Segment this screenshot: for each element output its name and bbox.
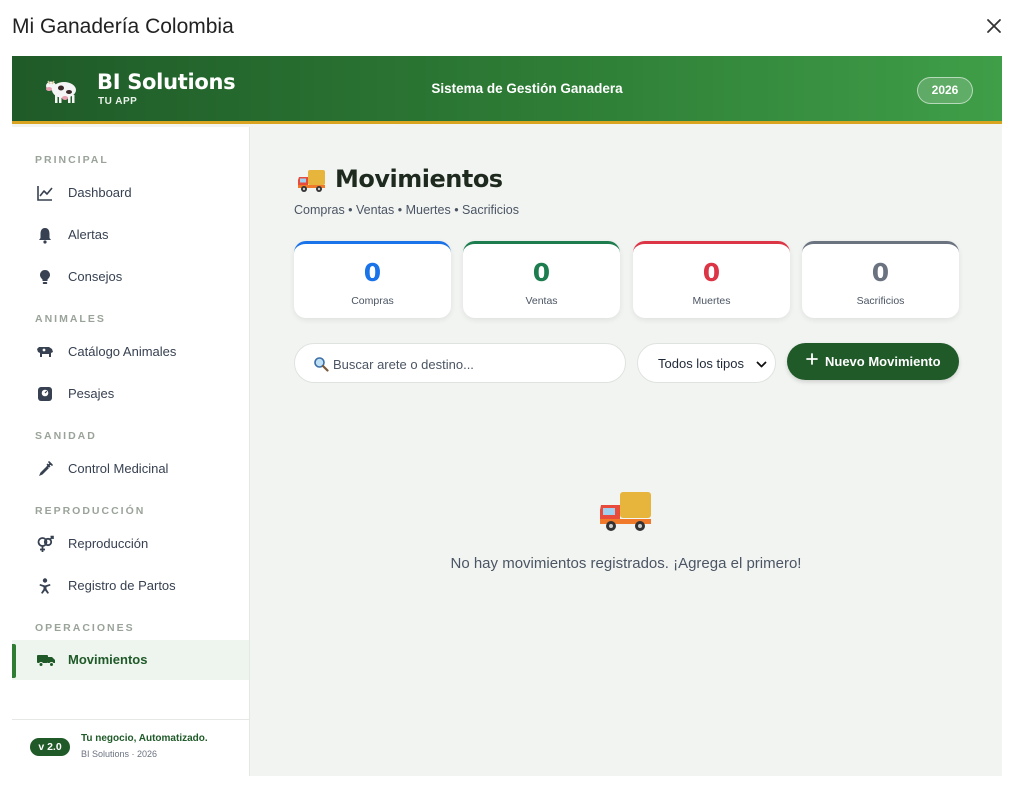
type-filter-select[interactable]: Todos los tipos <box>637 343 776 383</box>
section-label-reproduccion: REPRODUCCIÓN <box>35 505 146 517</box>
footer-tagline: Tu negocio, Automatizado. <box>81 733 208 744</box>
sidebar-item-label: Catálogo Animales <box>68 344 177 359</box>
sidebar-item-label: Pesajes <box>68 386 115 401</box>
sidebar-item-consejos[interactable]: Consejos <box>12 257 249 297</box>
stat-label: Muertes <box>692 295 731 307</box>
app-container: BI Solutions TU APP Sistema de Gestión G… <box>12 56 1002 776</box>
line-chart-icon <box>37 186 53 201</box>
delivery-truck-icon <box>298 170 325 192</box>
new-movement-label: Nuevo Movimiento <box>825 354 941 369</box>
section-label-operaciones: OPERACIONES <box>35 622 135 634</box>
stat-card-muertes: 0 Muertes <box>633 241 790 318</box>
plus-icon <box>806 353 818 365</box>
section-label-sanidad: SANIDAD <box>35 430 97 442</box>
scale-icon <box>38 387 52 401</box>
footer-credit: BI Solutions · 2026 <box>81 749 158 759</box>
cow-icon <box>46 80 76 103</box>
sidebar-item-pesajes[interactable]: Pesajes <box>12 374 249 414</box>
sidebar-item-dashboard[interactable]: Dashboard <box>12 173 249 213</box>
truck-icon <box>37 655 55 667</box>
stat-value: 0 <box>871 258 890 287</box>
window-title: Mi Ganadería Colombia <box>12 15 234 38</box>
year-badge[interactable]: 2026 <box>917 77 973 104</box>
sidebar-item-label: Movimientos <box>68 652 148 667</box>
sidebar-item-label: Alertas <box>68 227 109 242</box>
sidebar-footer: v 2.0 Tu negocio, Automatizado. BI Solut… <box>12 719 249 776</box>
delivery-truck-icon <box>600 492 651 531</box>
sidebar: PRINCIPAL Dashboard Alertas Consejos ANI… <box>12 127 250 776</box>
sidebar-item-label: Control Medicinal <box>68 461 169 476</box>
lightbulb-icon <box>40 270 50 284</box>
empty-state-message: No hay movimientos registrados. ¡Agrega … <box>450 555 802 572</box>
sidebar-item-reproduccion[interactable]: Reproducción <box>12 524 249 564</box>
sidebar-item-movimientos[interactable]: Movimientos <box>12 640 249 680</box>
type-filter-value: Todos los tipos <box>658 356 744 371</box>
syringe-icon <box>39 461 53 476</box>
baby-icon <box>39 578 51 594</box>
sidebar-item-label: Consejos <box>68 269 123 284</box>
chevron-down-icon <box>756 361 767 368</box>
gender-icon <box>37 535 54 552</box>
section-label-principal: PRINCIPAL <box>35 154 109 166</box>
close-icon[interactable] <box>982 14 1006 38</box>
section-label-animales: ANIMALES <box>35 313 106 325</box>
bell-icon <box>39 228 51 244</box>
stat-card-compras: 0 Compras <box>294 241 451 318</box>
sidebar-item-label: Registro de Partos <box>68 578 176 593</box>
search-box <box>294 343 626 383</box>
sidebar-item-label: Reproducción <box>68 536 149 551</box>
search-icon <box>314 357 329 372</box>
top-header: BI Solutions TU APP Sistema de Gestión G… <box>12 56 1002 124</box>
sidebar-item-alertas[interactable]: Alertas <box>12 215 249 255</box>
stat-card-sacrificios: 0 Sacrificios <box>802 241 959 318</box>
window-titlebar: Mi Ganadería Colombia <box>0 0 1017 56</box>
sidebar-item-label: Dashboard <box>68 185 132 200</box>
brand-name: BI Solutions <box>97 70 236 94</box>
stat-value: 0 <box>363 258 382 287</box>
stat-label: Ventas <box>525 295 558 307</box>
sidebar-item-control-medicinal[interactable]: Control Medicinal <box>12 449 249 489</box>
stat-value: 0 <box>702 258 721 287</box>
new-movement-button[interactable]: Nuevo Movimiento <box>787 343 959 380</box>
main-content: Movimientos Compras • Ventas • Muertes •… <box>250 127 1002 776</box>
sidebar-item-registro-partos[interactable]: Registro de Partos <box>12 566 249 606</box>
version-badge: v 2.0 <box>30 738 70 756</box>
search-input[interactable] <box>333 353 613 375</box>
stat-label: Sacrificios <box>856 295 905 307</box>
stat-value: 0 <box>532 258 551 287</box>
cow-icon <box>37 347 53 357</box>
brand-subtitle: TU APP <box>98 96 138 107</box>
sidebar-item-catalogo-animales[interactable]: Catálogo Animales <box>12 332 249 372</box>
stat-card-ventas: 0 Ventas <box>463 241 620 318</box>
page-subtitle: Compras • Ventas • Muertes • Sacrificios <box>294 203 520 217</box>
page-title: Movimientos <box>335 165 503 193</box>
stat-label: Compras <box>351 295 394 307</box>
system-title: Sistema de Gestión Ganadera <box>431 81 623 96</box>
